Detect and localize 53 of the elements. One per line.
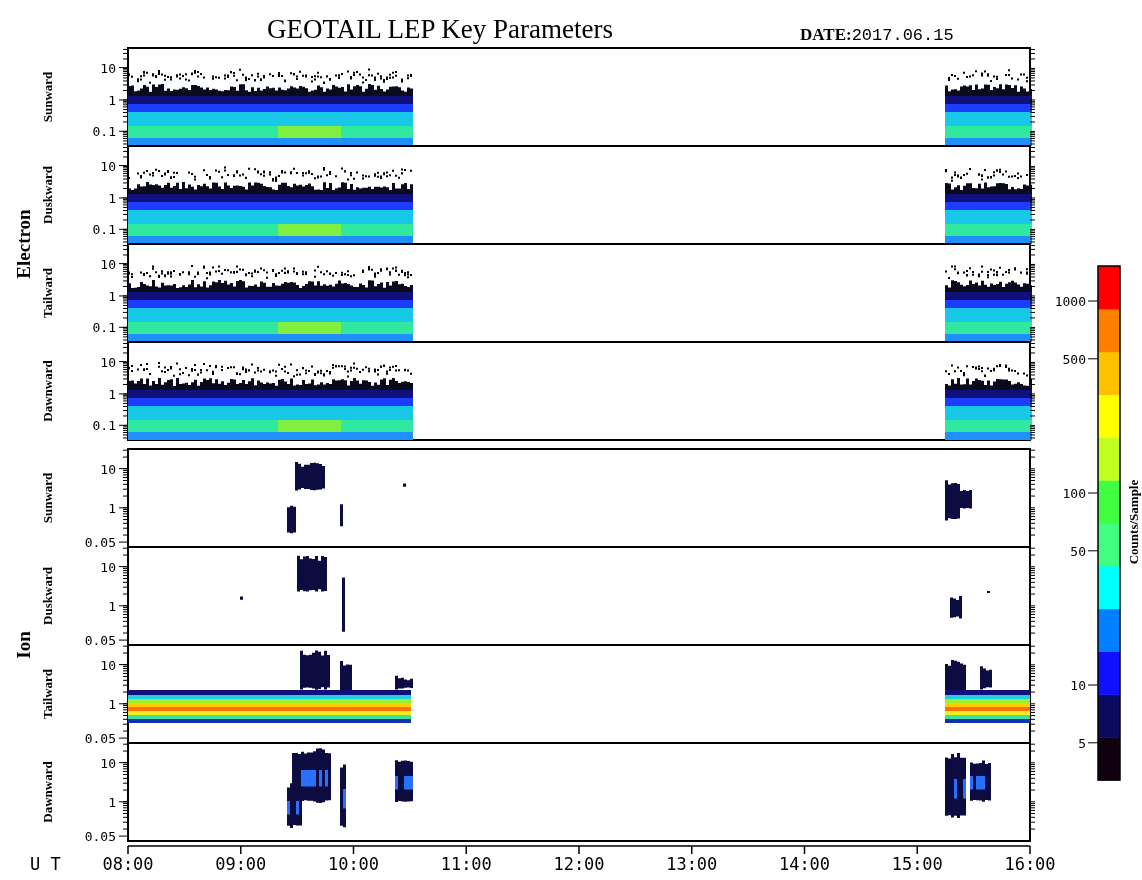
time-tick-label: 14:00 [778,854,831,874]
time-tick-label: 12:00 [553,854,605,874]
axis-tick-label: 0.05 [84,535,116,551]
axis-tick-label: 10 [100,559,116,575]
axis-tick-label: 1 [108,288,116,304]
time-tick-label: 16:00 [1004,854,1056,874]
axis-tick-label: 10 [100,60,116,76]
panel-label: Tailward [40,668,55,720]
colorbar-tick-label: 500 [1062,351,1086,367]
panel-label: Sunward [40,472,55,524]
panel-label: Duskward [40,166,55,224]
axis-tick-label: 10 [100,657,116,673]
axis-tick-label: 10 [100,755,116,771]
time-tick-label: 13:00 [666,854,718,874]
time-tick-label: 08:00 [102,854,154,874]
panel-label: Duskward [40,567,55,625]
time-tick-label: 10:00 [327,854,380,874]
panel-label: Sunward [40,71,55,123]
axis-tick-label: 1 [108,598,116,614]
axis-tick-label: 0.1 [92,124,116,140]
time-tick-label: 09:00 [215,854,267,874]
axis-label: U T [30,854,61,874]
panel-label: Dawnward [40,761,55,823]
colorbar-tick-label: 1000 [1054,294,1086,309]
axis-tick-label: 0.05 [84,829,116,845]
colorbar-tick-label: 10 [1070,678,1086,693]
colorbar-label: Counts/Sample [1126,479,1141,565]
colorbar-tick-label: 50 [1070,543,1086,559]
species-label: Electron [13,209,34,279]
axis-tick-label: 1 [108,190,116,206]
axis-tick-label: 10 [100,158,116,174]
colorbar-tick-label: 5 [1078,735,1086,751]
axis-tick-label: 0.1 [92,222,116,238]
time-tick-label: 15:00 [891,854,943,874]
axis-tick-label: 0.1 [92,320,116,336]
chart-title: GEOTAIL LEP Key Parameters [267,14,613,44]
axis-tick-label: 1 [108,696,116,712]
axis-tick-label: 10 [100,461,116,477]
colorbar-tick-label: 100 [1062,486,1086,501]
species-label: Ion [13,631,34,659]
date-label: DATE:2017.06.15 [800,25,954,45]
axis-tick-label: 0.1 [92,418,116,434]
time-tick-label: 11:00 [440,854,492,874]
axis-tick-label: 0.05 [84,633,116,649]
panel-label: Tailward [40,267,55,319]
panel-label: Dawnward [40,360,55,422]
axis-tick-label: 1 [108,500,116,516]
axis-tick-label: 1 [108,386,116,402]
axis-tick-label: 10 [100,256,116,272]
axis-tick-label: 1 [108,92,116,108]
axis-tick-label: 0.05 [84,731,116,747]
axis-tick-label: 1 [108,794,116,810]
axis-tick-label: 10 [100,354,116,370]
